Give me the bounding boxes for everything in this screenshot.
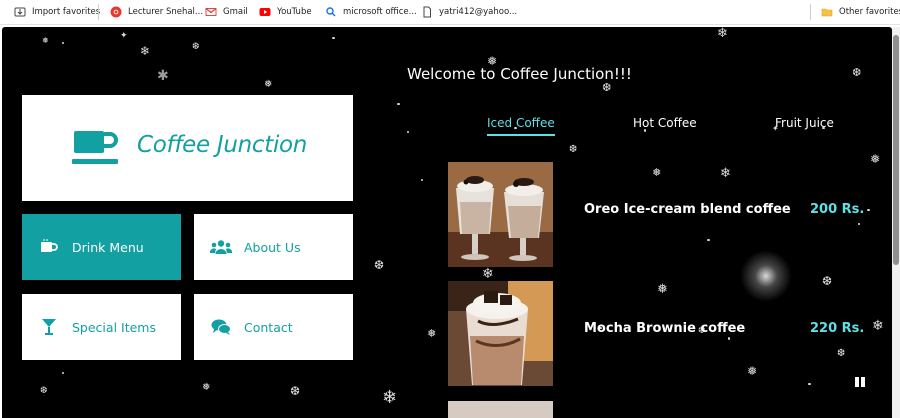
scrollbar-thumb[interactable]: [893, 35, 899, 265]
bookmark-label: YouTube: [277, 7, 312, 17]
snowflake-icon: ❅: [427, 327, 437, 340]
tile-drink-menu[interactable]: Drink Menu: [22, 214, 181, 280]
snow-dot: [707, 239, 710, 241]
light-glow: [740, 250, 792, 302]
snowflake-icon: ❆: [374, 258, 385, 272]
bookmark-label: Lecturer Snehal...: [128, 7, 204, 17]
users-icon: [210, 236, 232, 258]
chat-bubbles-icon: [210, 316, 232, 338]
tile-about-us[interactable]: About Us: [194, 214, 353, 280]
snowflake-icon: ❆: [837, 348, 846, 359]
bookmark-label: Import favorites: [32, 7, 101, 17]
snowflake-icon: ✱: [157, 68, 169, 84]
snowflake-icon: ❅: [657, 282, 668, 297]
bookmark-label: Other favorites: [839, 7, 900, 17]
tile-label: Contact: [244, 319, 293, 335]
tile-label: About Us: [244, 239, 301, 255]
snowflake-icon: ❆: [569, 144, 578, 155]
snow-dot: [858, 223, 860, 225]
item-image-mocha: [448, 281, 553, 386]
bookmark-separator: [810, 4, 811, 20]
snow-dot: [62, 42, 64, 44]
item-price: 220 Rs.: [810, 321, 865, 336]
tab-iced-coffee[interactable]: Iced Coffee: [487, 116, 555, 136]
import-icon: [14, 6, 26, 18]
snowflake-icon: ❅: [264, 79, 273, 90]
pause-icon: [861, 377, 865, 387]
page-viewport: ❄ ❅ ✦ ✱ ❆ ❅ ❆ ❄ ❆ ❅ ❆ ❅ ❄ ❆ ❄ ❅ ❆ ❄ ❅ ❆ …: [2, 27, 892, 418]
item-name: Mocha Brownie coffee: [584, 321, 746, 336]
snowflake-icon: ❅: [747, 364, 758, 378]
snowflake-icon: ❄: [720, 166, 731, 181]
bookmark-label: Gmail: [223, 7, 248, 17]
bookmark-label: yatri412@yahoo...: [439, 7, 518, 17]
search-icon: [325, 6, 337, 18]
tile-label: Special Items: [72, 319, 156, 335]
bookmark-youtube[interactable]: YouTube: [259, 3, 312, 21]
snowflake-icon: ❅: [202, 382, 211, 393]
snow-dot: [397, 103, 400, 105]
page-icon: [421, 6, 433, 18]
snowflake-icon: ❆: [822, 274, 833, 288]
chrome-red-icon: [110, 6, 122, 18]
snow-dot: [421, 179, 423, 181]
pause-snow-button[interactable]: [855, 377, 867, 389]
snowflake-icon: ❆: [40, 386, 48, 396]
snow-dot: [407, 131, 409, 133]
snow-dot: [332, 37, 335, 39]
snowflake-icon: ❄: [382, 387, 398, 408]
item-image-oreo: [448, 162, 553, 267]
snowflake-icon: ❆: [602, 81, 612, 94]
snow-dot: [728, 337, 730, 340]
mug-icon: [38, 236, 60, 258]
pause-icon: [855, 377, 859, 387]
folder-icon: [821, 6, 833, 18]
bookmark-gmail[interactable]: Gmail: [205, 3, 248, 21]
brand-name: Coffee Junction: [137, 132, 308, 158]
brand-logo[interactable]: Coffee Junction: [22, 95, 353, 201]
snowflake-icon: ✦: [120, 31, 128, 41]
vertical-scrollbar[interactable]: [892, 27, 900, 418]
tile-label: Drink Menu: [72, 239, 144, 255]
snow-dot: [867, 209, 870, 211]
snowflake-icon: ❆: [290, 384, 301, 398]
cocktail-icon: [38, 316, 60, 338]
bookmark-label: microsoft office...: [343, 7, 417, 17]
item-image-partial: [448, 401, 553, 418]
snowflake-icon: ❄: [482, 266, 494, 282]
snow-dot: [808, 383, 811, 385]
bookmark-other-favorites[interactable]: Other favorites: [821, 3, 900, 21]
bookmark-microsoft-office[interactable]: microsoft office...: [325, 3, 417, 21]
snowflake-icon: ❅: [870, 152, 881, 166]
snowflake-icon: ❅: [652, 166, 662, 179]
tab-fruit-juice[interactable]: Fruit Juice: [775, 116, 834, 130]
bookmark-yahoo[interactable]: yatri412@yahoo...: [421, 3, 517, 21]
bookmark-separator: [98, 4, 99, 20]
snowflake-icon: ❆: [192, 42, 200, 52]
tile-contact[interactable]: Contact: [194, 294, 353, 360]
snow-dot: [62, 372, 64, 374]
welcome-heading: Welcome to Coffee Junction!!!: [407, 65, 632, 83]
bookmark-import-favorites[interactable]: Import favorites: [14, 3, 100, 21]
tile-special-items[interactable]: Special Items: [22, 294, 181, 360]
snowflake-icon: ❄: [140, 44, 151, 58]
snowflake-icon: ❄: [872, 318, 884, 334]
snowflake-icon: ❅: [42, 36, 49, 45]
item-name: Oreo Ice-cream blend coffee: [584, 202, 791, 217]
item-price: 200 Rs.: [810, 202, 865, 217]
youtube-icon: [259, 6, 271, 18]
bookmarks-bar: Import favorites Lecturer Snehal... Gmai…: [0, 0, 900, 25]
tab-hot-coffee[interactable]: Hot Coffee: [633, 116, 697, 130]
snowflake-icon: ❄: [717, 27, 728, 41]
gmail-icon: [205, 6, 217, 18]
snowflake-icon: ❆: [852, 66, 862, 79]
bookmark-lecturer[interactable]: Lecturer Snehal...: [110, 3, 203, 21]
coffee-cup-icon: [72, 129, 122, 167]
